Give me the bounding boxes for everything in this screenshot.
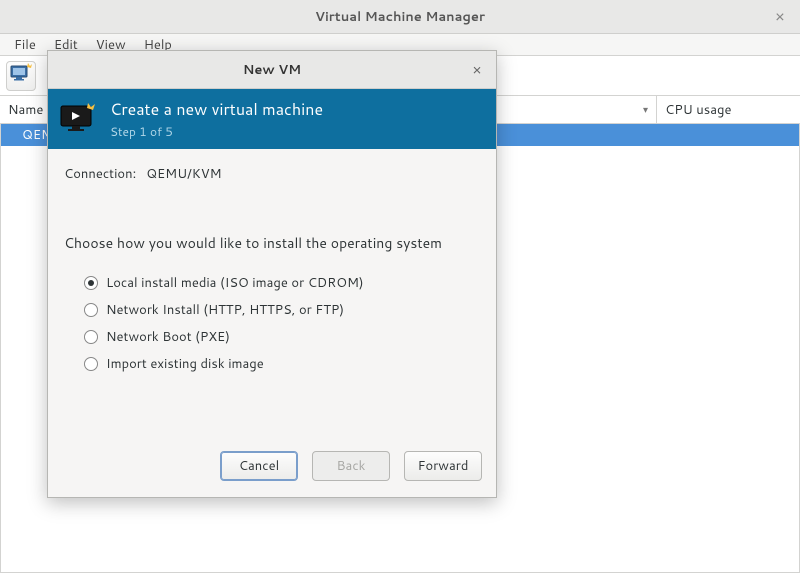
sort-indicator-icon: ▾ [643, 103, 656, 117]
column-header-cpu[interactable]: CPU usage [657, 96, 800, 123]
dialog-banner-text: Create a new virtual machine Step 1 of 5 [110, 98, 323, 140]
close-icon: × [775, 5, 785, 28]
install-method-group: Local install media (ISO image or CDROM)… [64, 269, 480, 377]
new-vm-dialog: New VM × Create a new virtual machine St… [47, 50, 497, 498]
dialog-heading: Create a new virtual machine [110, 98, 323, 121]
dialog-banner: Create a new virtual machine Step 1 of 5 [48, 89, 496, 149]
dialog-button-bar: Cancel Back Forward [48, 439, 496, 497]
back-button: Back [312, 451, 390, 481]
button-label: Forward [418, 457, 469, 475]
forward-button[interactable]: Forward [404, 451, 482, 481]
radio-icon [84, 357, 98, 371]
main-window-title: Virtual Machine Manager [315, 8, 485, 26]
radio-network-install[interactable]: Network Install (HTTP, HTTPS, or FTP) [84, 296, 480, 323]
column-header-name-label: Name [8, 101, 43, 119]
radio-label: Local install media (ISO image or CDROM) [106, 274, 364, 292]
radio-label: Network Install (HTTP, HTTPS, or FTP) [106, 301, 344, 319]
radio-local-install-media[interactable]: Local install media (ISO image or CDROM) [84, 269, 480, 296]
button-label: Back [337, 457, 366, 475]
button-label: Cancel [239, 457, 279, 475]
main-titlebar: Virtual Machine Manager × [0, 0, 800, 34]
close-icon: × [472, 59, 482, 80]
new-vm-toolbar-button[interactable] [6, 61, 36, 91]
connection-value: QEMU/KVM [146, 165, 221, 183]
install-prompt: Choose how you would like to install the… [64, 233, 480, 253]
column-header-cpu-label: CPU usage [665, 101, 731, 119]
cancel-button[interactable]: Cancel [220, 451, 298, 481]
menu-file[interactable]: File [6, 34, 44, 56]
connection-label: Connection: [64, 165, 136, 183]
main-window-close-button[interactable]: × [768, 4, 792, 28]
radio-icon [84, 303, 98, 317]
dialog-close-button[interactable]: × [466, 58, 488, 80]
monitor-new-icon [10, 63, 32, 88]
radio-import-disk-image[interactable]: Import existing disk image [84, 350, 480, 377]
radio-icon [84, 276, 98, 290]
radio-label: Network Boot (PXE) [106, 328, 230, 346]
radio-network-boot[interactable]: Network Boot (PXE) [84, 323, 480, 350]
dialog-titlebar: New VM × [48, 51, 496, 89]
radio-icon [84, 330, 98, 344]
radio-label: Import existing disk image [106, 355, 264, 373]
new-vm-banner-icon [58, 99, 98, 139]
dialog-body: Connection: QEMU/KVM Choose how you woul… [48, 149, 496, 439]
dialog-title: New VM [243, 61, 301, 79]
dialog-step: Step 1 of 5 [110, 123, 323, 140]
connection-row: Connection: QEMU/KVM [64, 165, 480, 183]
